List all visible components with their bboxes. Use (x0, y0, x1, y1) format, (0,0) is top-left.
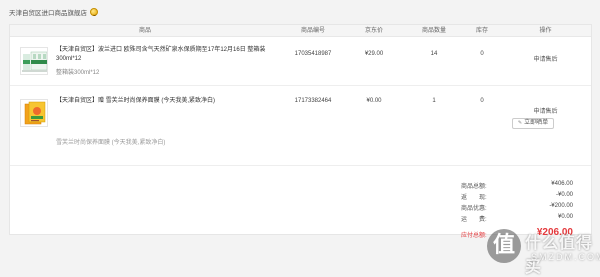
summary-line: 运 费: ¥0.00 (451, 214, 591, 225)
summary-line: 商品总额: ¥406.00 (451, 181, 591, 192)
header-price: 京东价 (364, 28, 383, 34)
summary-label: 返 现: (461, 195, 487, 201)
header-stock: 库存 (475, 28, 488, 34)
header-qty: 商品数量 (421, 28, 446, 34)
store-name[interactable]: 天津自贸区进口商品旗舰店 (9, 7, 87, 17)
product-title[interactable]: 【天津自贸区】波兰进口 欧殊司含气天然矿泉水保质期至17年12月16日 整箱装3… (56, 46, 266, 64)
product-spec: 雪芙兰时尚保养面膜 (今天我美,紧致净白) (56, 140, 166, 146)
product-spec: 整箱装300ml*12 (56, 70, 100, 76)
header-action: 操作 (539, 28, 552, 34)
summary-value: -¥0.00 (555, 192, 573, 198)
header-product: 商品 (138, 28, 151, 34)
after-sale-link[interactable]: 申请售后 (498, 54, 593, 63)
after-sale-link[interactable]: 申请售后 (498, 106, 593, 115)
product-qty: 1 (432, 98, 436, 104)
product-thumbnail[interactable] (20, 47, 48, 75)
product-price: ¥29.00 (364, 51, 384, 57)
face-mask-image (21, 100, 47, 126)
watermark-sub: SMZDM.COM (531, 252, 600, 262)
summary-label: 商品优惠: (461, 206, 487, 212)
product-price: ¥0.00 (366, 98, 382, 104)
table-row: 【天津自贸区】赠 雪芙兰时尚保养面膜 (今天我美,紧致净白) 雪芙兰时尚保养面膜… (10, 86, 591, 166)
water-case-image (21, 48, 47, 74)
product-stock: 0 (480, 98, 484, 104)
product-stock: 0 (480, 51, 484, 57)
product-code: 17035418987 (294, 51, 332, 57)
table-row: 【天津自贸区】波兰进口 欧殊司含气天然矿泉水保质期至17年12月16日 整箱装3… (10, 37, 591, 86)
product-thumbnail[interactable] (20, 99, 48, 127)
summary-label: 商品总额: (461, 184, 487, 190)
smiley-badge-icon[interactable] (90, 8, 98, 16)
product-code: 17173382464 (294, 98, 332, 104)
order-panel: 商品 商品编号 京东价 商品数量 库存 操作 【天津自贸区】波兰进口 欧殊司含气… (9, 24, 592, 239)
product-qty: 14 (430, 51, 438, 57)
smzdm-logo-icon: 值 (487, 229, 521, 263)
summary-line: 商品优惠: -¥200.00 (451, 203, 591, 214)
summary-value: ¥0.00 (557, 214, 573, 220)
product-title[interactable]: 【天津自贸区】赠 雪芙兰时尚保养面膜 (今天我美,紧致净白) (56, 97, 266, 106)
header-code: 商品编号 (300, 28, 325, 34)
store-header: 天津自贸区进口商品旗舰店 (9, 5, 98, 19)
summary-label: 运 费: (461, 217, 487, 223)
summary-line: 返 现: -¥0.00 (451, 192, 591, 203)
summary-value: ¥406.00 (551, 181, 573, 187)
summary-value: -¥200.00 (549, 203, 573, 209)
smzdm-watermark: 值 什么值得买 SMZDM.COM (483, 225, 600, 276)
review-button[interactable]: 立即晒单 (512, 118, 554, 129)
table-header: 商品 商品编号 京东价 商品数量 库存 操作 (10, 25, 591, 37)
